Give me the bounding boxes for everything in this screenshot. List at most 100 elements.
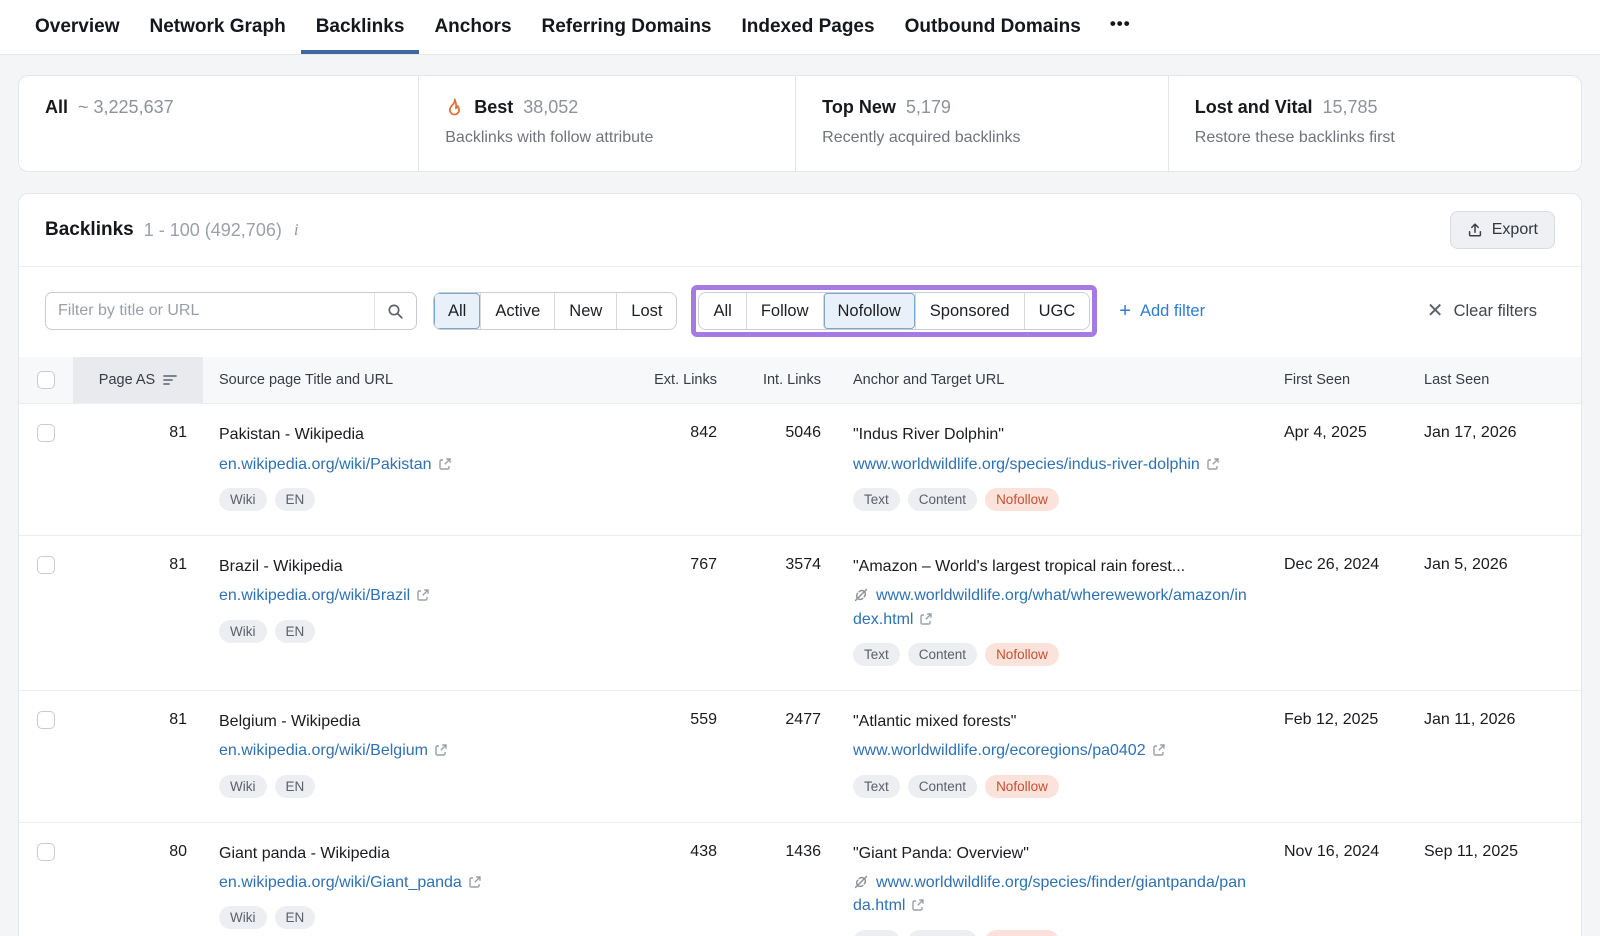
tab-overview[interactable]: Overview: [20, 0, 135, 54]
row-checkbox[interactable]: [37, 556, 55, 574]
target-url-link[interactable]: www.worldwildlife.org/species/indus-rive…: [853, 456, 1200, 473]
more-tabs-icon[interactable]: •••: [1096, 0, 1145, 54]
int-links-value: 2477: [717, 691, 821, 822]
page-as-value: 81: [73, 404, 203, 535]
page-as-value: 81: [73, 536, 203, 690]
link-type-badge: Content: [908, 930, 977, 936]
target-url-link[interactable]: www.worldwildlife.org/what/wherewework/a…: [853, 587, 1247, 627]
column-header-first-seen: First Seen: [1263, 357, 1403, 403]
column-header-page-as[interactable]: Page AS: [73, 357, 203, 403]
external-link-icon[interactable]: [911, 898, 925, 912]
external-link-icon[interactable]: [1206, 457, 1220, 471]
clear-filters-label: Clear filters: [1454, 302, 1537, 321]
row-checkbox[interactable]: [37, 424, 55, 442]
source-url-link[interactable]: en.wikipedia.org/wiki/Giant_panda: [219, 874, 462, 891]
status-filter-lost[interactable]: Lost: [616, 293, 676, 329]
search-input[interactable]: [46, 302, 374, 320]
anchor-text: "Giant Panda: Overview": [853, 843, 1251, 865]
external-link-icon[interactable]: [434, 743, 448, 757]
info-icon[interactable]: i: [292, 220, 301, 240]
ext-links-value: 438: [641, 823, 717, 936]
tag-badge: EN: [275, 620, 316, 643]
plus-icon: +: [1119, 301, 1131, 321]
card-title: Top New: [822, 97, 896, 118]
page-as-value: 81: [73, 691, 203, 822]
source-title: Pakistan - Wikipedia: [219, 424, 617, 446]
status-filter-new[interactable]: New: [554, 293, 616, 329]
top-navigation: Overview Network Graph Backlinks Anchors…: [0, 0, 1600, 55]
external-link-icon[interactable]: [416, 588, 430, 602]
card-all[interactable]: All ~ 3,225,637: [19, 76, 418, 171]
anchor-text: "Indus River Dolphin": [853, 424, 1251, 446]
close-icon: ✕: [1427, 301, 1444, 321]
card-subtitle: Backlinks with follow attribute: [445, 129, 769, 147]
column-header-ext-links: Ext. Links: [641, 357, 717, 403]
follow-filter-group: All Follow Nofollow Sponsored UGC: [698, 292, 1090, 330]
nofollow-badge: Nofollow: [985, 930, 1059, 936]
card-lost-and-vital[interactable]: Lost and Vital 15,785 Restore these back…: [1168, 76, 1581, 171]
source-title: Belgium - Wikipedia: [219, 711, 617, 733]
link-type-badge: Text: [853, 930, 900, 936]
target-url-link[interactable]: www.worldwildlife.org/ecoregions/pa0402: [853, 742, 1146, 759]
clear-filters-button[interactable]: ✕ Clear filters: [1427, 301, 1537, 321]
nofollow-badge: Nofollow: [985, 488, 1059, 511]
int-links-value: 3574: [717, 536, 821, 690]
status-filter-active[interactable]: Active: [480, 293, 554, 329]
table-row: 81 Belgium - Wikipedia en.wikipedia.org/…: [19, 690, 1581, 822]
summary-cards: All ~ 3,225,637 Best 38,052 Backlinks wi…: [18, 75, 1582, 172]
export-button[interactable]: Export: [1450, 211, 1555, 249]
external-link-icon[interactable]: [468, 875, 482, 889]
card-subtitle: Recently acquired backlinks: [822, 129, 1142, 147]
export-label: Export: [1492, 221, 1538, 239]
follow-filter-sponsored[interactable]: Sponsored: [915, 293, 1024, 329]
source-url-link[interactable]: en.wikipedia.org/wiki/Pakistan: [219, 456, 432, 473]
link-type-badge: Text: [853, 643, 900, 666]
column-header-anchor: Anchor and Target URL: [821, 357, 1263, 403]
card-best[interactable]: Best 38,052 Backlinks with follow attrib…: [418, 76, 795, 171]
card-subtitle: Restore these backlinks first: [1195, 129, 1555, 147]
link-type-badge: Text: [853, 488, 900, 511]
ext-links-value: 559: [641, 691, 717, 822]
link-type-badge: Text: [853, 775, 900, 798]
filter-bar: All Active New Lost All Follow Nofollow …: [19, 267, 1581, 357]
follow-filter-all[interactable]: All: [699, 293, 745, 329]
external-link-icon[interactable]: [438, 457, 452, 471]
tag-badge: Wiki: [219, 906, 267, 929]
tab-network-graph[interactable]: Network Graph: [135, 0, 301, 54]
follow-filter-nofollow[interactable]: Nofollow: [823, 293, 915, 329]
table-row: 81 Brazil - Wikipedia en.wikipedia.org/w…: [19, 535, 1581, 690]
card-top-new[interactable]: Top New 5,179 Recently acquired backlink…: [795, 76, 1168, 171]
select-all-checkbox[interactable]: [37, 371, 55, 389]
unlink-icon: [853, 874, 869, 890]
row-checkbox[interactable]: [37, 711, 55, 729]
nofollow-badge: Nofollow: [985, 775, 1059, 798]
last-seen-value: Jan 5, 2026: [1403, 536, 1521, 690]
card-value: 38,052: [523, 97, 578, 118]
external-link-icon[interactable]: [919, 612, 933, 626]
link-type-badge: Content: [908, 643, 977, 666]
tab-anchors[interactable]: Anchors: [419, 0, 526, 54]
add-filter-button[interactable]: + Add filter: [1119, 301, 1205, 321]
follow-filter-ugc[interactable]: UGC: [1024, 293, 1090, 329]
external-link-icon[interactable]: [1152, 743, 1166, 757]
first-seen-value: Apr 4, 2025: [1263, 404, 1403, 535]
int-links-value: 1436: [717, 823, 821, 936]
tab-referring-domains[interactable]: Referring Domains: [527, 0, 727, 54]
search-button[interactable]: [374, 293, 416, 329]
tab-backlinks[interactable]: Backlinks: [301, 0, 420, 54]
card-value: 15,785: [1322, 97, 1377, 118]
card-value: 5,179: [906, 97, 951, 118]
status-filter-group: All Active New Lost: [433, 292, 677, 330]
tab-outbound-domains[interactable]: Outbound Domains: [890, 0, 1096, 54]
status-filter-all[interactable]: All: [434, 293, 480, 329]
first-seen-value: Feb 12, 2025: [1263, 691, 1403, 822]
row-checkbox[interactable]: [37, 843, 55, 861]
source-url-link[interactable]: en.wikipedia.org/wiki/Belgium: [219, 742, 428, 759]
result-range: 1 - 100 (492,706): [144, 220, 282, 241]
follow-filter-follow[interactable]: Follow: [746, 293, 823, 329]
ext-links-value: 842: [641, 404, 717, 535]
tab-indexed-pages[interactable]: Indexed Pages: [727, 0, 890, 54]
source-url-link[interactable]: en.wikipedia.org/wiki/Brazil: [219, 587, 410, 604]
source-title: Brazil - Wikipedia: [219, 556, 617, 578]
panel-header: Backlinks 1 - 100 (492,706) i Export: [19, 194, 1581, 267]
